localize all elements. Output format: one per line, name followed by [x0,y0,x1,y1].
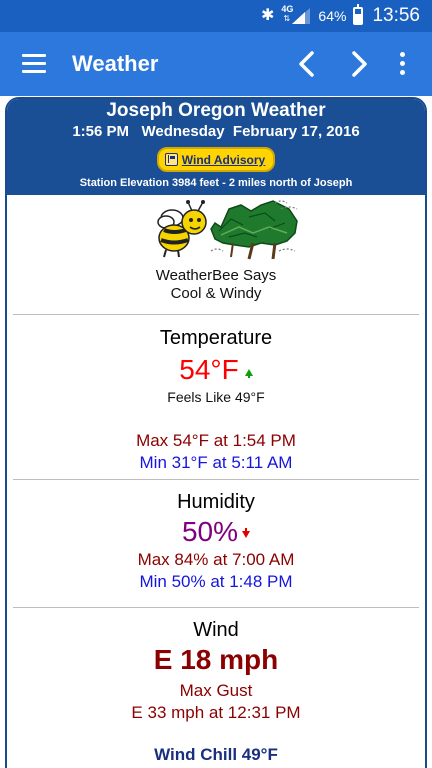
humidity-value-row: 50% [13,515,419,549]
station-name: Joseph Oregon Weather [106,100,326,121]
humidity-title: Humidity [177,491,255,513]
feels-like: Feels Like 49°F [167,389,265,405]
wind-chill: Wind Chill 49°F [154,745,278,764]
app-title: Weather [72,51,159,76]
max-gust-label: Max Gust [179,681,253,700]
wind-title: Wind [193,619,239,641]
previous-button[interactable] [292,48,324,80]
station-elevation: Station Elevation 3984 feet - 2 miles no… [79,176,353,189]
chevron-left-icon [299,51,314,77]
status-time: 13:56 [372,5,420,26]
station-datetime: 1:56 PM Wednesday February 17, 2016 [72,123,360,140]
next-button[interactable] [342,48,374,80]
network-4g-icon: 4G ⇅ [281,5,311,27]
battery-icon [353,4,364,25]
station-header: Joseph Oregon Weather 1:56 PM Wednesday … [7,99,425,195]
bluetooth-icon: ✱ [261,7,275,24]
trend-down-icon [242,528,251,538]
max-gust-value: E 33 mph at 12:31 PM [131,703,301,722]
weather-card: Joseph Oregon Weather 1:56 PM Wednesday … [5,97,427,768]
temperature-min: Min 31°F at 5:11 AM [139,453,293,472]
signal-icon [292,8,311,24]
temperature-max: Max 54°F at 1:54 PM [136,431,296,450]
weatherbee-title: WeatherBee Says [155,267,277,284]
humidity-section: Humidity 50% Max 84% at 7:00 AM Min 50% … [13,480,419,608]
advisory-label: Wind Advisory [181,152,266,167]
trend-up-icon [244,369,253,378]
more-vert-icon[interactable] [392,52,412,78]
menu-icon[interactable] [22,54,46,74]
bee-icon [157,200,207,258]
humidity-max: Max 84% at 7:00 AM [137,550,295,569]
wind-value: E 18 mph [153,644,279,675]
battery-fill [355,14,362,23]
chevron-right-icon [352,51,367,77]
windy-trees-icon [210,200,298,260]
temperature-value-row: 54°F [13,353,419,387]
weatherbee-section: WeatherBee Says Cool & Windy [13,195,419,315]
wind-section: Wind E 18 mph Max Gust E 33 mph at 12:31… [13,608,419,766]
advisory-flag-icon [164,153,178,167]
temperature-value: 54°F [179,354,239,385]
weatherbee-message: WeatherBee Says Cool & Windy [13,267,419,303]
temperature-section: Temperature 54°F Feels Like 49°F Max 54°… [13,315,419,480]
battery-percent: 64% [318,8,347,24]
status-icons: ✱ 4G ⇅ 64% 13:56 [261,0,420,32]
wind-advisory-button[interactable]: Wind Advisory [156,147,276,172]
app-bar: Weather [0,32,432,96]
data-arrows-icon: ⇅ [283,14,291,23]
weatherbee-condition: Cool & Windy [170,285,262,302]
humidity-min: Min 50% at 1:48 PM [139,572,293,591]
status-bar: ✱ 4G ⇅ 64% 13:56 [0,0,432,32]
temperature-title: Temperature [159,327,273,349]
humidity-value: 50% [181,516,239,547]
